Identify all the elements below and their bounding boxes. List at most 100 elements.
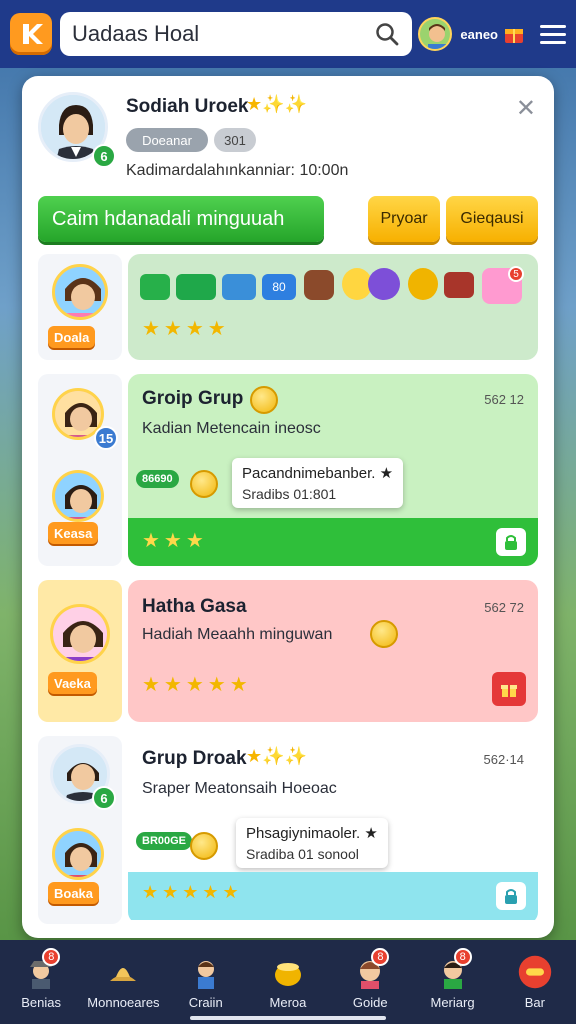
item-gold-cup-icon[interactable] — [408, 268, 438, 300]
row-avatar — [50, 604, 110, 664]
item-purple-orb-icon[interactable] — [368, 268, 400, 300]
row-tag: Keasa — [48, 522, 99, 544]
yellow-button-1[interactable]: Pryoar — [368, 196, 440, 242]
row-avatar-panel: Doala — [38, 254, 122, 360]
nav-item-benias[interactable]: 8 Benias — [0, 940, 82, 1024]
popover-time: Sradibs 01:801 — [242, 486, 337, 502]
card-subtitle: Hadiah Meaahh minguwan — [142, 626, 333, 643]
coin-icon — [190, 832, 218, 860]
item-chocolate-icon[interactable] — [304, 270, 334, 300]
card-subtitle: Kadian Metencain ineosc — [142, 420, 321, 437]
card-count: 562 12 — [484, 392, 524, 407]
search-bar[interactable]: Uadaas Hoal — [60, 12, 412, 56]
popover-time: Sradiba 01 sonool — [246, 846, 359, 862]
item-green-ticket-icon[interactable] — [176, 274, 216, 300]
card-title: Hatha Gasa — [142, 596, 247, 617]
reward-pill: BR00GE — [136, 832, 193, 850]
card-footer: ★★★ — [128, 518, 538, 566]
character-icon — [188, 955, 224, 989]
character-face-icon — [53, 607, 107, 661]
card-title: Grup Droak — [142, 748, 247, 769]
currency-display[interactable]: eaneo — [460, 22, 526, 46]
row-card: Grup Droak ★✨✨ 562·14 Sraper Meatonsaih … — [128, 736, 538, 924]
row-tag: Doala — [48, 326, 96, 348]
treasure-pot-icon — [270, 955, 306, 989]
currency-label: eaneo — [460, 26, 498, 42]
search-input[interactable]: Uadaas Hoal — [72, 21, 199, 47]
character-face-icon — [55, 473, 101, 519]
nav-label: Benias — [21, 995, 62, 1010]
row-card: 80 5 ★★★★ — [128, 254, 538, 360]
menu-icon[interactable] — [540, 24, 566, 44]
card-footer: ★★★★★ — [128, 872, 538, 920]
row-badge: 15 — [94, 426, 118, 450]
player-avatar[interactable] — [418, 17, 453, 51]
level-badge: 6 — [92, 144, 116, 168]
list-item[interactable]: 6 Boaka Grup Droak ★✨✨ 562·14 Sraper Mea… — [38, 736, 538, 924]
row-card: Groip Grup 562 12 Kadian Metencain ineos… — [128, 374, 538, 566]
nav-label: Meriarg — [430, 995, 475, 1010]
card-count: 562·14 — [483, 752, 524, 767]
hat-icon — [105, 955, 141, 989]
item-green-key-icon[interactable] — [140, 274, 170, 300]
nav-item-meriarg[interactable]: 8 Meriarg — [411, 940, 493, 1024]
card-title: Groip Grup — [142, 388, 244, 409]
search-icon[interactable] — [374, 21, 400, 47]
nav-label: Bar — [524, 995, 545, 1010]
nav-item-bar[interactable]: Bar — [494, 940, 576, 1024]
close-icon[interactable]: ✕ — [516, 94, 536, 123]
nav-label: Monnoeares — [87, 995, 160, 1010]
list-item[interactable]: Vaeka Hatha Gasa 562 72 Hadiah Meaahh mi… — [38, 580, 538, 722]
yellow-button-2[interactable]: Gieqausi — [446, 196, 538, 242]
item-red-box-icon[interactable] — [444, 272, 474, 298]
row-badge: 6 — [92, 786, 116, 810]
row-card: Hatha Gasa 562 72 Hadiah Meaahh minguwan… — [128, 580, 538, 722]
profile-header: 6 Sodiah Uroek ★✨✨ Doeanar 301 Kadimarda… — [22, 76, 554, 266]
player-face-icon — [420, 19, 451, 49]
row-stars: ★★★★★ — [142, 674, 252, 696]
coin-icon — [370, 620, 398, 648]
list-item[interactable]: Doala 80 5 ★★★★ — [38, 254, 538, 360]
rank-pill: Doeanar — [126, 128, 208, 152]
app-logo[interactable] — [10, 13, 52, 55]
row-avatar-panel: 6 Boaka — [38, 736, 122, 924]
row-avatar-panel: 15 Keasa — [38, 374, 122, 566]
row-stars: ★★★★★ — [142, 882, 243, 902]
bottom-nav: 8 Benias Monnoeares Craiin Meroa 8 Goide… — [0, 940, 576, 1024]
item-badge: 5 — [508, 266, 524, 282]
item-counter[interactable]: 80 — [262, 274, 296, 300]
popover-title: Pacandnimebanber. ★ — [242, 465, 394, 482]
row-stars: ★★★★ — [142, 318, 230, 340]
name-stars: ★✨✨ — [246, 94, 307, 114]
nav-label: Goide — [352, 995, 388, 1010]
lock-icon[interactable] — [496, 882, 526, 910]
red-button-icon — [517, 955, 553, 989]
row-stars: ★★★ — [142, 530, 208, 552]
card-subtitle: Sraper Meatonsaih Hoeoac — [142, 780, 337, 797]
row-avatar-2 — [52, 470, 104, 522]
title-stars: ★✨✨ — [246, 746, 307, 766]
nav-item-monnoeares[interactable]: Monnoeares — [82, 940, 164, 1024]
claim-button[interactable]: Caim hdanadali minguuah — [38, 196, 324, 242]
nav-label: Craiin — [188, 995, 223, 1010]
top-right-group: eaneo — [418, 17, 566, 51]
top-bar: Uadaas Hoal eaneo — [0, 0, 576, 68]
nav-label: Meroa — [269, 995, 307, 1010]
row-tag: Vaeka — [48, 672, 97, 694]
row-avatar-panel: Vaeka — [38, 580, 122, 722]
nav-item-goide[interactable]: 8 Goide — [329, 940, 411, 1024]
coin-icon — [250, 386, 278, 414]
list-item[interactable]: 15 Keasa Groip Grup 562 12 Kadian Metenc… — [38, 374, 538, 566]
reward-popover: Pacandnimebanber. ★ Sradibs 01:801 — [232, 458, 404, 508]
nav-item-meroa[interactable]: Meroa — [247, 940, 329, 1024]
popover-title: Phsagiynimaoler. ★ — [246, 825, 378, 842]
nav-item-craiin[interactable]: Craiin — [165, 940, 247, 1024]
card-count: 562 72 — [484, 600, 524, 615]
gift-button-icon[interactable] — [492, 672, 526, 706]
lock-icon[interactable] — [496, 528, 526, 556]
reward-popover: Phsagiynimaoler. ★ Sradiba 01 sonool — [236, 818, 388, 868]
character-face-icon — [55, 267, 105, 317]
nav-badge: 8 — [453, 948, 472, 966]
item-blue-key-icon[interactable] — [222, 274, 256, 300]
row-avatar — [52, 264, 108, 320]
